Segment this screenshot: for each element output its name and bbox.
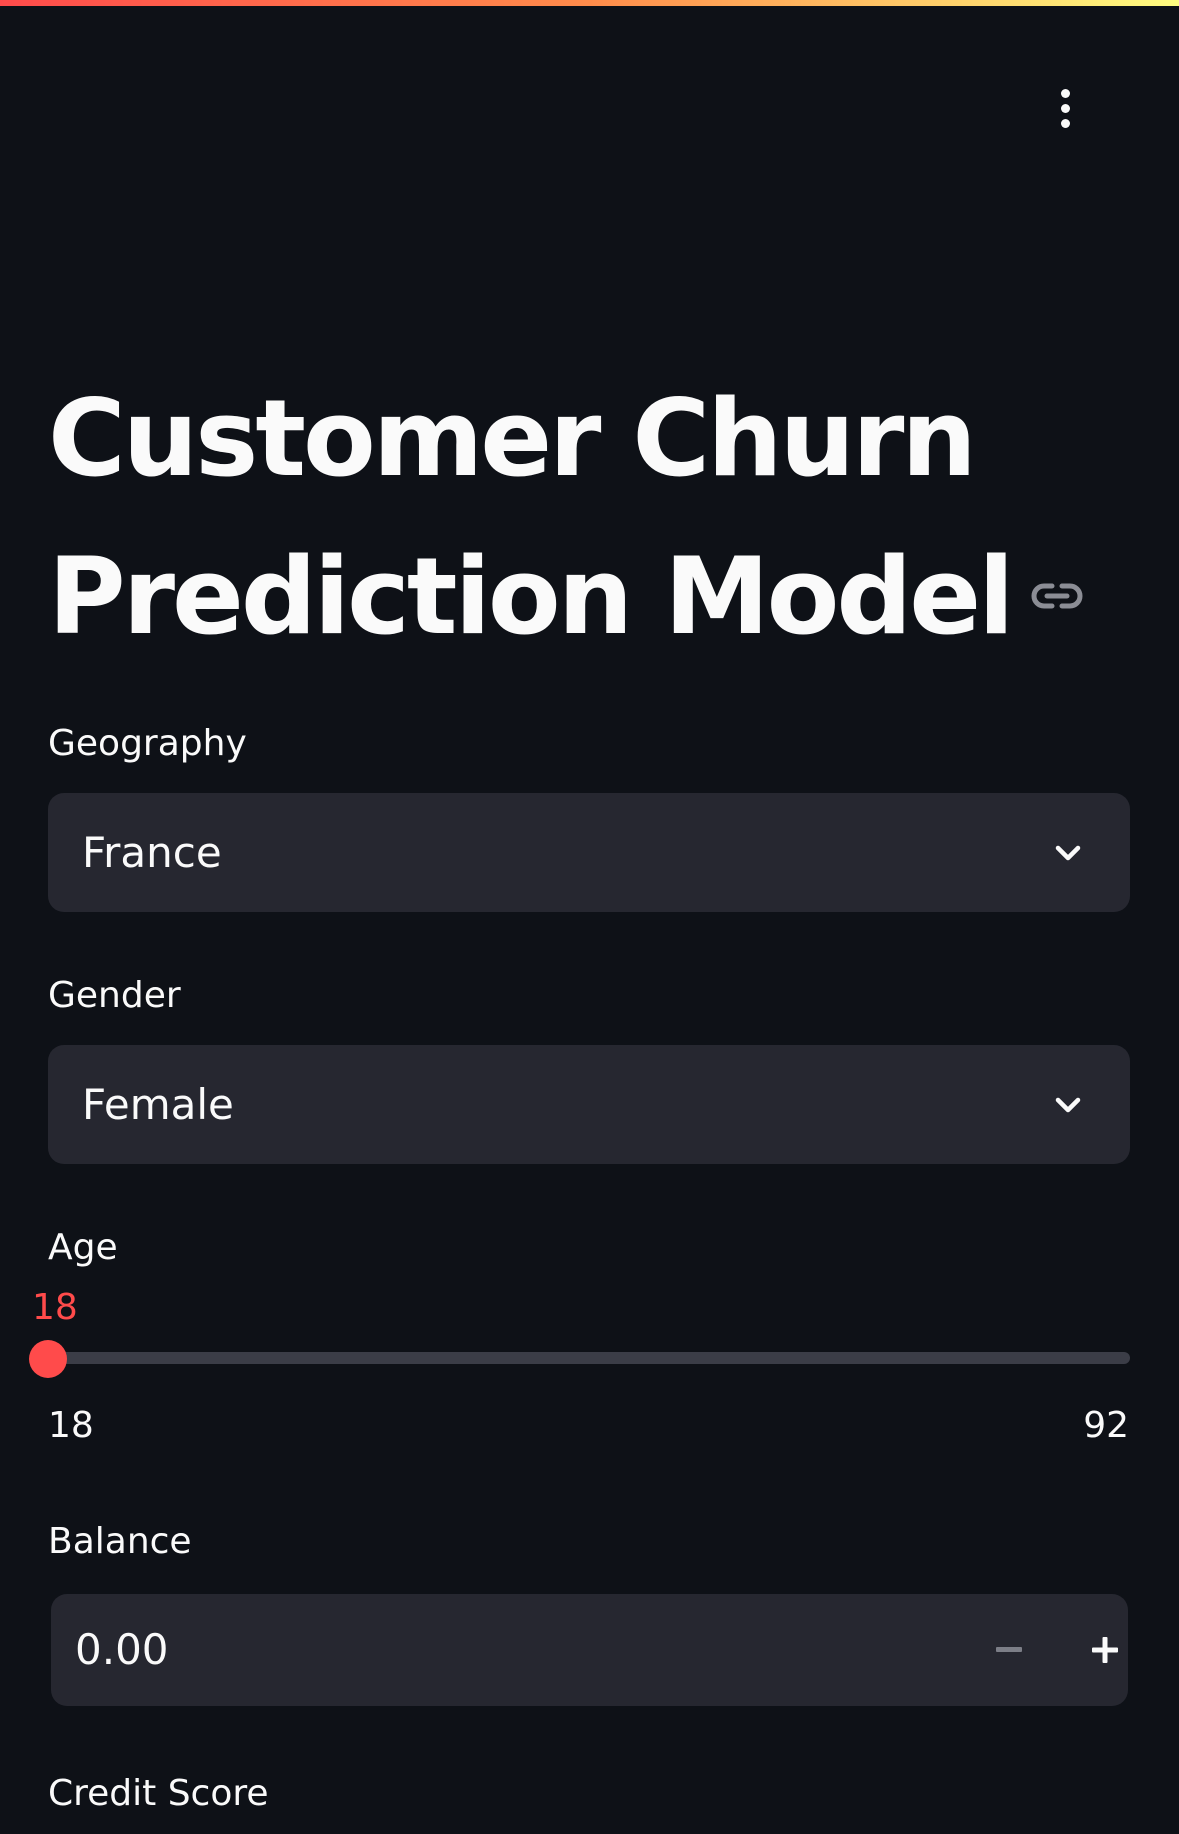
age-slider-max: 92 (1083, 1405, 1129, 1446)
age-label: Age (48, 1227, 118, 1268)
gender-label: Gender (48, 975, 181, 1016)
age-slider-thumb[interactable] (29, 1340, 67, 1378)
page-title: Customer Churn Prediction Model (48, 360, 1128, 676)
balance-value[interactable]: 0.00 (75, 1594, 169, 1706)
credit-score-label: Credit Score (48, 1773, 269, 1814)
gender-selected-value: Female (82, 1080, 234, 1129)
geography-select[interactable]: France (48, 793, 1130, 912)
chevron-down-icon (1055, 1097, 1081, 1113)
app-page: Customer Churn Prediction Model Geograph… (0, 0, 1179, 1834)
plus-icon (1092, 1637, 1118, 1663)
balance-label: Balance (48, 1521, 192, 1562)
balance-decrement-button[interactable] (981, 1622, 1037, 1678)
top-decoration-bar (0, 0, 1179, 6)
balance-number-input[interactable]: 0.00 (51, 1594, 1128, 1706)
link-icon[interactable] (1030, 580, 1084, 612)
age-slider-min: 18 (48, 1405, 94, 1446)
main-menu-button[interactable] (1040, 80, 1090, 136)
balance-increment-button[interactable] (1077, 1622, 1133, 1678)
gender-select[interactable]: Female (48, 1045, 1130, 1164)
geography-selected-value: France (82, 828, 222, 877)
vertical-ellipsis-icon-dot (1060, 103, 1070, 113)
vertical-ellipsis-icon-dot (1060, 118, 1070, 128)
minus-icon (996, 1647, 1022, 1652)
age-slider-current-value: 18 (32, 1287, 78, 1328)
vertical-ellipsis-icon (1060, 88, 1070, 98)
chevron-down-icon (1055, 845, 1081, 861)
age-slider-track[interactable] (48, 1352, 1130, 1364)
geography-label: Geography (48, 723, 247, 764)
page-title-text: Customer Churn Prediction Model (48, 377, 1015, 658)
